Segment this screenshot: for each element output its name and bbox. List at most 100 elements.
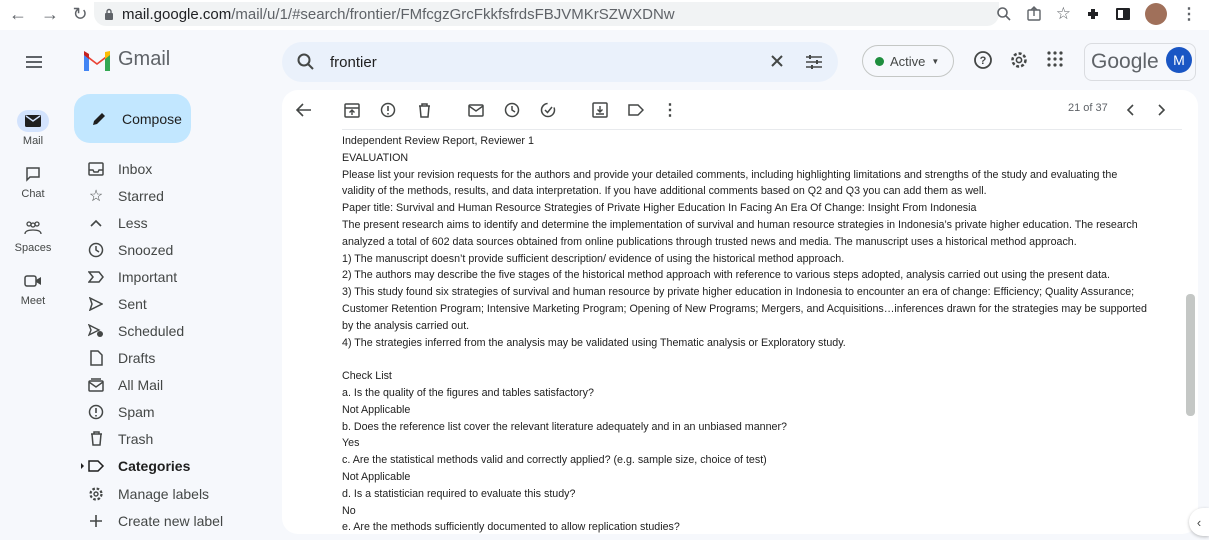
nav-all-mail[interactable]: All Mail — [74, 371, 274, 398]
status-dot — [875, 56, 884, 66]
report-spam-icon[interactable] — [378, 100, 398, 120]
rail-chat[interactable]: Chat — [8, 163, 58, 200]
body-line: b. Does the reference list cover the rel… — [342, 420, 787, 433]
nav-scheduled[interactable]: Scheduled — [74, 317, 274, 344]
forward-arrow-icon[interactable]: → — [36, 4, 64, 24]
search-input[interactable] — [330, 50, 710, 74]
mail-icon — [17, 110, 49, 132]
rail-spaces[interactable]: Spaces — [8, 217, 58, 254]
app-name: Gmail — [118, 48, 171, 70]
label-icon[interactable] — [626, 100, 646, 120]
compose-button[interactable]: Compose — [74, 94, 191, 143]
nav-important[interactable]: Important — [74, 263, 274, 290]
nav-trash[interactable]: Trash — [74, 425, 274, 452]
body-line: Check List — [342, 370, 392, 383]
body-line: Paper title: Survival and Human Resource… — [342, 202, 977, 215]
pencil-icon — [90, 110, 108, 128]
more-options-icon[interactable]: ⋮ — [660, 100, 680, 120]
trash-icon — [86, 431, 106, 446]
all-mail-icon — [86, 377, 106, 392]
main-menu-icon[interactable] — [22, 50, 46, 74]
account-avatar[interactable]: M — [1166, 47, 1192, 73]
newer-chevron-icon[interactable] — [1120, 100, 1140, 120]
clock-icon — [86, 242, 106, 258]
share-icon[interactable] — [1026, 6, 1042, 22]
nav-starred[interactable]: ☆ Starred — [74, 182, 274, 209]
nav-label: Sent — [118, 295, 147, 312]
nav-label: Inbox — [118, 160, 153, 177]
help-icon[interactable]: ? — [973, 50, 995, 72]
move-to-icon[interactable] — [590, 100, 610, 120]
status-dropdown[interactable]: Active ▼ — [862, 45, 954, 77]
body-line: EVALUATION — [342, 151, 409, 164]
search-icon[interactable] — [296, 52, 316, 72]
nav-label: Scheduled — [118, 322, 185, 339]
body-line: Yes — [342, 437, 360, 450]
body-line: a. Is the quality of the figures and tab… — [342, 386, 594, 399]
archive-icon[interactable] — [342, 100, 362, 120]
important-icon — [86, 270, 106, 283]
nav-label: Create new label — [118, 512, 224, 529]
rail-mail[interactable]: Mail — [8, 110, 58, 147]
older-chevron-icon[interactable] — [1152, 100, 1172, 120]
add-task-icon[interactable] — [538, 100, 558, 120]
url-host: mail.google.com — [122, 5, 232, 23]
search-bar — [282, 42, 838, 82]
body-line: 2) The authors may describe the five sta… — [342, 269, 1110, 282]
snooze-icon[interactable] — [502, 100, 522, 120]
url-path: /mail/u/1/#search/frontier/FMfcgzGrcFkkf… — [231, 5, 675, 23]
browser-menu-icon[interactable]: ⋮ — [1181, 4, 1197, 24]
gmail-logo[interactable]: Gmail — [82, 48, 170, 71]
gmail-m-icon — [84, 50, 110, 71]
spaces-icon — [17, 217, 49, 239]
mark-unread-icon[interactable] — [466, 100, 486, 120]
gmail-header: Gmail Active ▼ ? Google M — [0, 34, 1209, 90]
bookmark-star-icon[interactable]: ☆ — [1056, 4, 1071, 24]
rail-label: Mail — [22, 135, 44, 147]
pagination-count: 21 of 37 — [1068, 102, 1108, 114]
back-arrow-icon[interactable]: ← — [4, 4, 32, 24]
reload-icon[interactable]: ↻ — [66, 4, 94, 24]
nav-label: Spam — [118, 403, 155, 420]
nav-drafts[interactable]: Drafts — [74, 344, 274, 371]
nav-sent[interactable]: Sent — [74, 290, 274, 317]
nav-spam[interactable]: Spam — [74, 398, 274, 425]
nav-inbox[interactable]: Inbox — [74, 155, 274, 182]
message-body: Independent Review Report, Reviewer 1 EV… — [342, 133, 1182, 534]
rail-meet[interactable]: Meet — [8, 270, 58, 307]
scrollbar-thumb[interactable] — [1186, 294, 1195, 416]
lock-icon — [104, 8, 114, 20]
zoom-icon[interactable] — [996, 6, 1012, 22]
extensions-icon[interactable] — [1085, 6, 1101, 22]
clear-search-icon[interactable] — [768, 52, 786, 70]
side-panel-toggle-icon[interactable]: ‹ — [1189, 508, 1209, 536]
nav-snoozed[interactable]: Snoozed — [74, 236, 274, 263]
browser-profile-avatar[interactable] — [1145, 3, 1167, 25]
nav-manage-labels[interactable]: Manage labels — [74, 480, 274, 507]
side-panel-icon[interactable] — [1115, 7, 1131, 21]
nav-create-label[interactable]: Create new label — [74, 507, 274, 534]
back-to-list-icon[interactable] — [294, 100, 314, 120]
address-bar[interactable]: mail.google.com /mail/u/1/#search/fronti… — [94, 2, 999, 26]
apps-grid-icon[interactable] — [1046, 50, 1068, 72]
inbox-icon — [86, 161, 106, 176]
scheduled-send-icon — [86, 323, 106, 338]
nav-label: Important — [118, 268, 178, 285]
google-brand: Google — [1091, 50, 1159, 73]
body-line: 1) The manuscript doesn’t provide suffic… — [342, 252, 845, 265]
nav-label: Snoozed — [118, 241, 174, 258]
delete-icon[interactable] — [414, 100, 434, 120]
message-panel: ⋮ 21 of 37 Independent Review Report, Re… — [282, 90, 1198, 534]
search-options-icon[interactable] — [804, 52, 824, 72]
star-icon: ☆ — [88, 187, 104, 205]
draft-file-icon — [86, 349, 106, 366]
body-line: Not Applicable — [342, 403, 411, 416]
body-line: No — [342, 504, 356, 517]
body-line: validity of the methods, results, and da… — [342, 185, 987, 198]
nav-categories[interactable]: Categories — [74, 452, 274, 479]
nav-less[interactable]: Less — [74, 209, 274, 236]
body-line: 4) The strategies inferred from the anal… — [342, 336, 846, 349]
nav-label: Manage labels — [118, 485, 210, 502]
settings-gear-icon[interactable] — [1009, 50, 1031, 72]
body-line: 3) This study found six strategies of su… — [342, 286, 1135, 299]
